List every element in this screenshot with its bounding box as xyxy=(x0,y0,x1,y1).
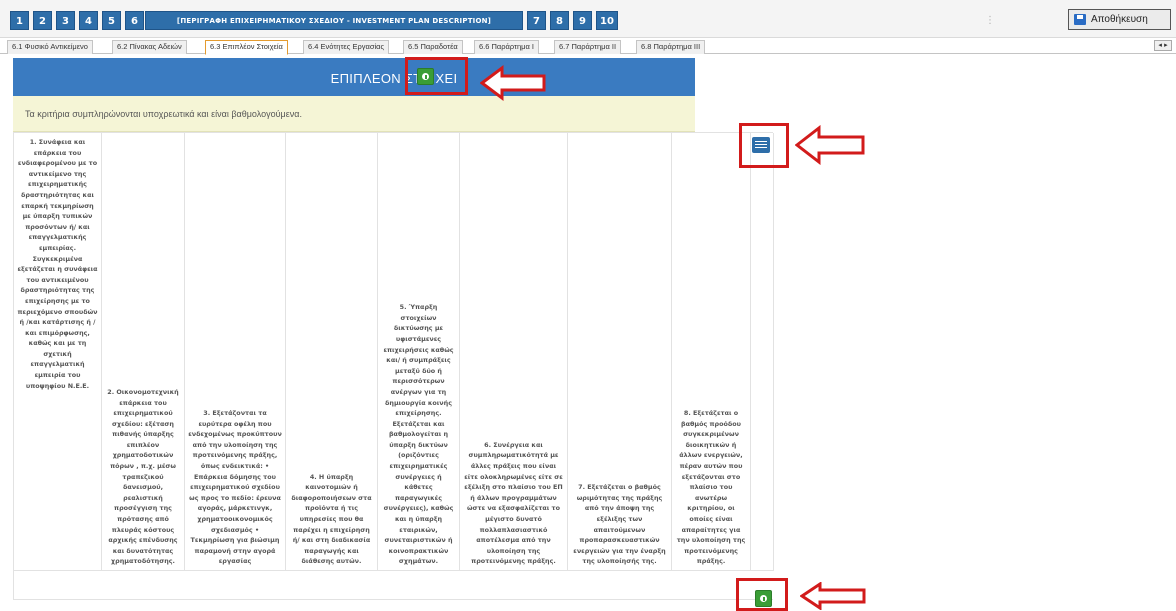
step-bar: 1 2 3 4 5 6 [ΠΕΡΙΓΡΑΦΗ ΕΠΙΧΕΙΡΗΜΑΤΙΚΟΥ Σ… xyxy=(0,0,1176,38)
step-10-button[interactable]: 10 xyxy=(596,11,618,30)
step-6-description-button[interactable]: [ΠΕΡΙΓΡΑΦΗ ΕΠΙΧΕΙΡΗΜΑΤΙΚΟΥ ΣΧΕΔΙΟΥ - INV… xyxy=(145,11,523,30)
step-4-button[interactable]: 4 xyxy=(79,11,98,30)
panel-header: ΕΠΙΠΛΕΟΝ ΣΤΟΙΧΕΙ xyxy=(13,58,695,96)
criterion-2-cell: 2. Οικονομοτεχνική επάρκεια του επιχειρη… xyxy=(102,133,185,571)
annotation-highlight-table-icon xyxy=(739,123,789,168)
tab-scroll-control[interactable]: ◂ ▸ xyxy=(1154,40,1172,51)
criterion-1-cell: 1. Συνάφεια και επάρκεια του ενδιαφερομέ… xyxy=(14,133,102,571)
step-2-button[interactable]: 2 xyxy=(33,11,52,30)
criterion-4-text: 4. Η ύπαρξη καινοτομιών ή διαφοροποιήσεω… xyxy=(291,472,372,566)
criterion-actions-cell xyxy=(751,133,774,571)
tab-6-4[interactable]: 6.4 Ενότητες Εργασίας xyxy=(303,40,390,54)
criterion-7-cell: 7. Εξετάζεται ο βαθμός ωριμότητας της πρ… xyxy=(568,133,672,571)
panel-title: ΕΠΙΠΛΕΟΝ ΣΤΟΙΧΕΙ xyxy=(13,71,695,86)
annotation-highlight-footer-add xyxy=(736,578,788,611)
left-arrow-icon xyxy=(800,582,866,610)
table-footer-row xyxy=(13,570,773,600)
criterion-1-text: 1. Συνάφεια και επάρκεια του ενδιαφερομέ… xyxy=(17,138,98,390)
criterion-3-text: 3. Εξετάζονται τα ευρύτερα οφέλη που ενδ… xyxy=(188,409,282,566)
criterion-5-text: 5. Ύπαρξη στοιχείων δικτύωσης με υφιστάμ… xyxy=(383,303,454,566)
step-5-button[interactable]: 5 xyxy=(102,11,121,30)
notice-text: Τα κριτήρια συμπληρώνονται υποχρεωτικά κ… xyxy=(25,109,302,119)
criterion-5-cell: 5. Ύπαρξη στοιχείων δικτύωσης με υφιστάμ… xyxy=(378,133,460,571)
step-3-button[interactable]: 3 xyxy=(56,11,75,30)
tab-6-3[interactable]: 6.3 Επιπλέον Στοιχεία xyxy=(205,40,288,55)
criterion-6-text: 6. Συνέργεια και συμπληρωματικότητά με ά… xyxy=(464,440,563,566)
criteria-table: 1. Συνάφεια και επάρκεια του ενδιαφερομέ… xyxy=(13,132,774,571)
step-8-button[interactable]: 8 xyxy=(550,11,569,30)
info-notice: Τα κριτήρια συμπληρώνονται υποχρεωτικά κ… xyxy=(13,96,695,132)
criterion-3-cell: 3. Εξετάζονται τα ευρύτερα οφέλη που ενδ… xyxy=(185,133,286,571)
left-arrow-icon xyxy=(795,125,865,165)
tab-6-6[interactable]: 6.6 Παράρτημα I xyxy=(474,40,539,54)
step-6-button[interactable]: 6 xyxy=(125,11,144,30)
floppy-disk-icon xyxy=(1074,14,1086,25)
criterion-6-cell: 6. Συνέργεια και συμπληρωματικότητά με ά… xyxy=(460,133,568,571)
save-button[interactable]: Αποθήκευση xyxy=(1068,9,1171,30)
tab-6-8[interactable]: 6.8 Παράρτημα III xyxy=(636,40,706,54)
left-arrow-icon xyxy=(480,65,546,101)
step-7-button[interactable]: 7 xyxy=(527,11,546,30)
criterion-8-cell: 8. Εξετάζεται ο βαθμός προόδου συγκεκριμ… xyxy=(672,133,751,571)
tab-6-7[interactable]: 6.7 Παράρτημα II xyxy=(554,40,622,54)
subtab-bar: 6.1 Φυσικό Αντικείμενο 6.2 Πίνακας Αδειώ… xyxy=(0,38,1176,55)
tab-6-5[interactable]: 6.5 Παραδοτέα xyxy=(403,40,463,54)
toolbar-separator: ⋮ xyxy=(985,15,995,26)
step-1-button[interactable]: 1 xyxy=(10,11,29,30)
tab-6-1[interactable]: 6.1 Φυσικό Αντικείμενο xyxy=(7,40,93,54)
criterion-2-text: 2. Οικονομοτεχνική επάρκεια του επιχειρη… xyxy=(107,387,179,566)
save-button-label: Αποθήκευση xyxy=(1091,14,1148,25)
annotation-highlight-header-add xyxy=(405,57,468,95)
criterion-8-text: 8. Εξετάζεται ο βαθμός προόδου συγκεκριμ… xyxy=(676,409,746,566)
criterion-4-cell: 4. Η ύπαρξη καινοτομιών ή διαφοροποιήσεω… xyxy=(286,133,378,571)
tab-6-2[interactable]: 6.2 Πίνακας Αδειών xyxy=(112,40,187,54)
criterion-7-text: 7. Εξετάζεται ο βαθμός ωριμότητας της πρ… xyxy=(573,483,666,566)
step-9-button[interactable]: 9 xyxy=(573,11,592,30)
